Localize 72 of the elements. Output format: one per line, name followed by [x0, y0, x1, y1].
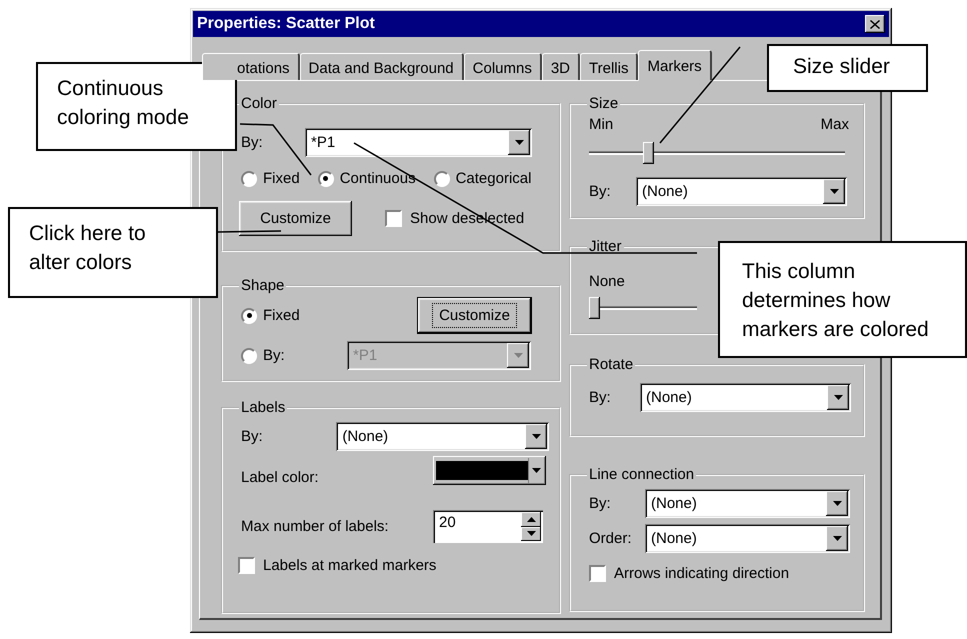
customize-button[interactable]: Customize — [239, 201, 352, 236]
slider-thumb[interactable] — [642, 142, 654, 164]
down-arrow-icon — [830, 189, 838, 194]
number-value: 20 — [438, 513, 457, 533]
group-title: Color — [240, 95, 278, 112]
dropdown-field[interactable]: (None) — [645, 489, 850, 518]
customize-button[interactable]: Customize — [418, 298, 531, 333]
field-label: Max number of labels: — [241, 518, 390, 535]
radio-label: Fixed — [263, 307, 300, 324]
field-label: By: — [241, 134, 264, 151]
tab[interactable]: Data and Background — [300, 53, 464, 80]
group-title: Line connection — [588, 466, 696, 483]
dropdown-field[interactable]: (None) — [636, 177, 847, 206]
radio-label: By: — [263, 347, 285, 364]
callout: Click here to alter colors — [8, 207, 218, 298]
field-label: By: — [589, 495, 612, 512]
field-label: By: — [589, 183, 612, 200]
down-arrow-icon — [832, 501, 842, 506]
checkbox[interactable] — [238, 557, 255, 574]
group-title: Jitter — [588, 238, 623, 255]
up-arrow-icon — [526, 516, 536, 522]
down-arrow-icon — [532, 434, 540, 439]
slider-max-label: Max — [820, 116, 849, 133]
group-title: Rotate — [588, 356, 634, 373]
slider-min-label: Min — [589, 116, 614, 133]
down-arrow-icon — [526, 531, 536, 536]
down-arrow-icon — [532, 468, 540, 473]
callout: This column determines how markers are colored — [718, 241, 967, 358]
number-field[interactable]: 20 — [433, 510, 543, 543]
dropdown-field[interactable]: (None) — [336, 422, 549, 451]
close-icon — [870, 20, 880, 28]
tab[interactable]: Markers — [638, 50, 712, 81]
slider-thumb[interactable] — [589, 297, 600, 319]
color-picker[interactable] — [433, 456, 546, 485]
down-arrow-icon — [514, 353, 522, 358]
down-arrow-icon — [834, 395, 842, 400]
radio-button[interactable] — [241, 170, 257, 186]
field-label: Order: — [589, 530, 633, 547]
field-label: Label color: — [241, 469, 320, 486]
checkbox-label: Arrows indicating direction — [614, 565, 790, 582]
callout: Continuous coloring mode — [36, 62, 237, 151]
dropdown-field[interactable]: (None) — [640, 383, 851, 412]
spin-up-button[interactable] — [521, 512, 541, 526]
radio-label: Categorical — [456, 170, 532, 187]
close-button[interactable] — [865, 15, 885, 33]
window-title: Properties: Scatter Plot — [197, 15, 375, 33]
group-title: Labels — [240, 399, 286, 416]
checkbox-label: Labels at marked markers — [263, 557, 436, 574]
radio-label: Continuous — [340, 170, 416, 187]
group-title: Size — [588, 95, 620, 112]
callout: Size slider — [767, 44, 928, 92]
radio-button[interactable] — [241, 308, 257, 324]
tab[interactable]: Columns — [464, 53, 542, 80]
leader-line — [218, 230, 282, 233]
radio-button[interactable] — [434, 170, 450, 186]
tab[interactable]: Trellis — [580, 53, 638, 80]
dropdown-field[interactable]: (None) — [645, 524, 850, 553]
checkbox[interactable] — [385, 210, 402, 227]
field-label: By: — [241, 428, 264, 445]
tab[interactable]: otations — [202, 53, 300, 80]
spin-down-button[interactable] — [521, 526, 541, 541]
radio-button[interactable] — [241, 348, 257, 364]
radio-label: Fixed — [263, 170, 300, 187]
radio-button[interactable] — [318, 170, 334, 186]
down-arrow-icon — [514, 140, 524, 145]
group-title: Shape — [240, 277, 286, 294]
down-arrow-icon — [832, 536, 842, 541]
dropdown-field[interactable]: *P1 — [305, 128, 532, 157]
slider-min-label: None — [589, 273, 625, 290]
checkbox[interactable] — [589, 565, 606, 582]
field-label: By: — [589, 389, 612, 406]
tab[interactable]: 3D — [542, 53, 580, 80]
